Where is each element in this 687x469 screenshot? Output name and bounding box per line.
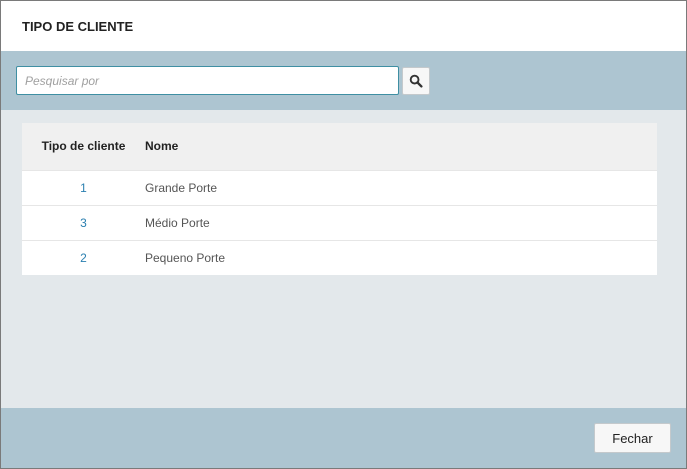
search-button[interactable] [402,67,430,95]
cell-tipo[interactable]: 1 [22,170,145,205]
dialog-header: TIPO DE CLIENTE [1,1,686,51]
search-icon [409,74,423,88]
cell-nome: Médio Porte [145,215,210,230]
cell-nome: Pequeno Porte [145,250,226,265]
tipo-de-cliente-dialog: TIPO DE CLIENTE Tipo de cliente Nome [0,0,687,469]
table-row[interactable]: 2 Pequeno Porte [22,240,657,275]
cell-nome: Grande Porte [145,180,218,195]
column-header-tipo[interactable]: Tipo de cliente [22,123,145,170]
column-header-nome[interactable]: Nome [145,123,657,170]
table-header-row: Tipo de cliente Nome [22,123,657,170]
search-input[interactable] [16,66,399,95]
close-button[interactable]: Fechar [594,423,671,453]
dialog-footer: Fechar [1,408,686,468]
results-table: Tipo de cliente Nome 1 Grande Porte 3 Mé… [22,123,657,275]
results-table-card: Tipo de cliente Nome 1 Grande Porte 3 Mé… [22,123,657,275]
dialog-title: TIPO DE CLIENTE [22,18,134,34]
search-bar [1,51,686,110]
content-area: Tipo de cliente Nome 1 Grande Porte 3 Mé… [1,111,686,408]
cell-tipo[interactable]: 3 [22,205,145,240]
table-row[interactable]: 3 Médio Porte [22,205,657,240]
cell-tipo[interactable]: 2 [22,240,145,275]
table-row[interactable]: 1 Grande Porte [22,170,657,205]
